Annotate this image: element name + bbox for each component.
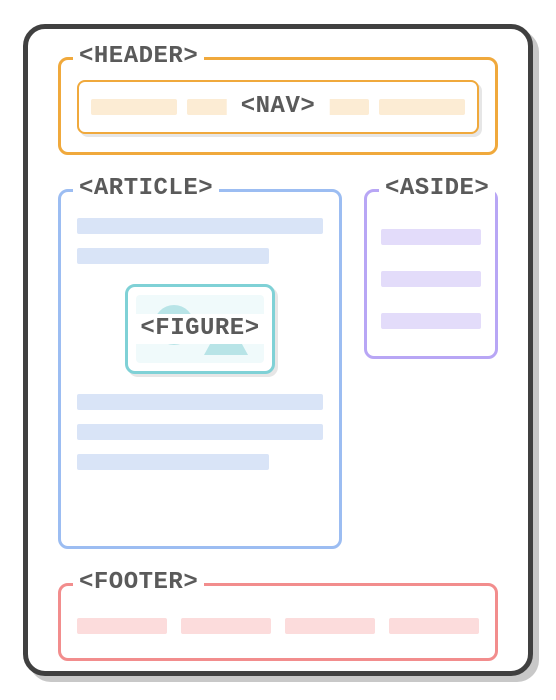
semantic-layout-diagram: <HEADER> <NAV> <ARTICLE> <FIGURE> [23, 24, 533, 676]
aside-label: <ASIDE> [379, 176, 495, 202]
article-text-placeholder [77, 248, 269, 264]
main-row: <ARTICLE> <FIGURE> <ASIDE> [58, 189, 498, 549]
article-text-placeholder [77, 394, 323, 410]
footer-label: <FOOTER> [73, 570, 204, 596]
nav-region: <NAV> [77, 80, 479, 134]
figure-region: <FIGURE> [125, 284, 275, 374]
footer-item-placeholder [285, 618, 375, 634]
article-text-placeholder [77, 424, 323, 440]
aside-region: <ASIDE> [364, 189, 498, 359]
article-label: <ARTICLE> [73, 176, 219, 202]
footer-item-placeholder [389, 618, 479, 634]
footer-item-placeholder [77, 618, 167, 634]
nav-item-placeholder [91, 99, 177, 115]
aside-item-placeholder [381, 229, 481, 245]
aside-item-placeholder [381, 271, 481, 287]
footer-region: <FOOTER> [58, 583, 498, 661]
header-region: <HEADER> <NAV> [58, 57, 498, 155]
nav-label: <NAV> [227, 92, 330, 122]
aside-item-placeholder [381, 313, 481, 329]
footer-item-placeholder [181, 618, 271, 634]
article-text-placeholder [77, 454, 269, 470]
nav-item-placeholder [379, 99, 465, 115]
article-text-placeholder [77, 218, 323, 234]
figure-label: <FIGURE> [130, 314, 269, 344]
figure-wrap: <FIGURE> [77, 284, 323, 374]
article-region: <ARTICLE> <FIGURE> [58, 189, 342, 549]
header-label: <HEADER> [73, 44, 204, 70]
